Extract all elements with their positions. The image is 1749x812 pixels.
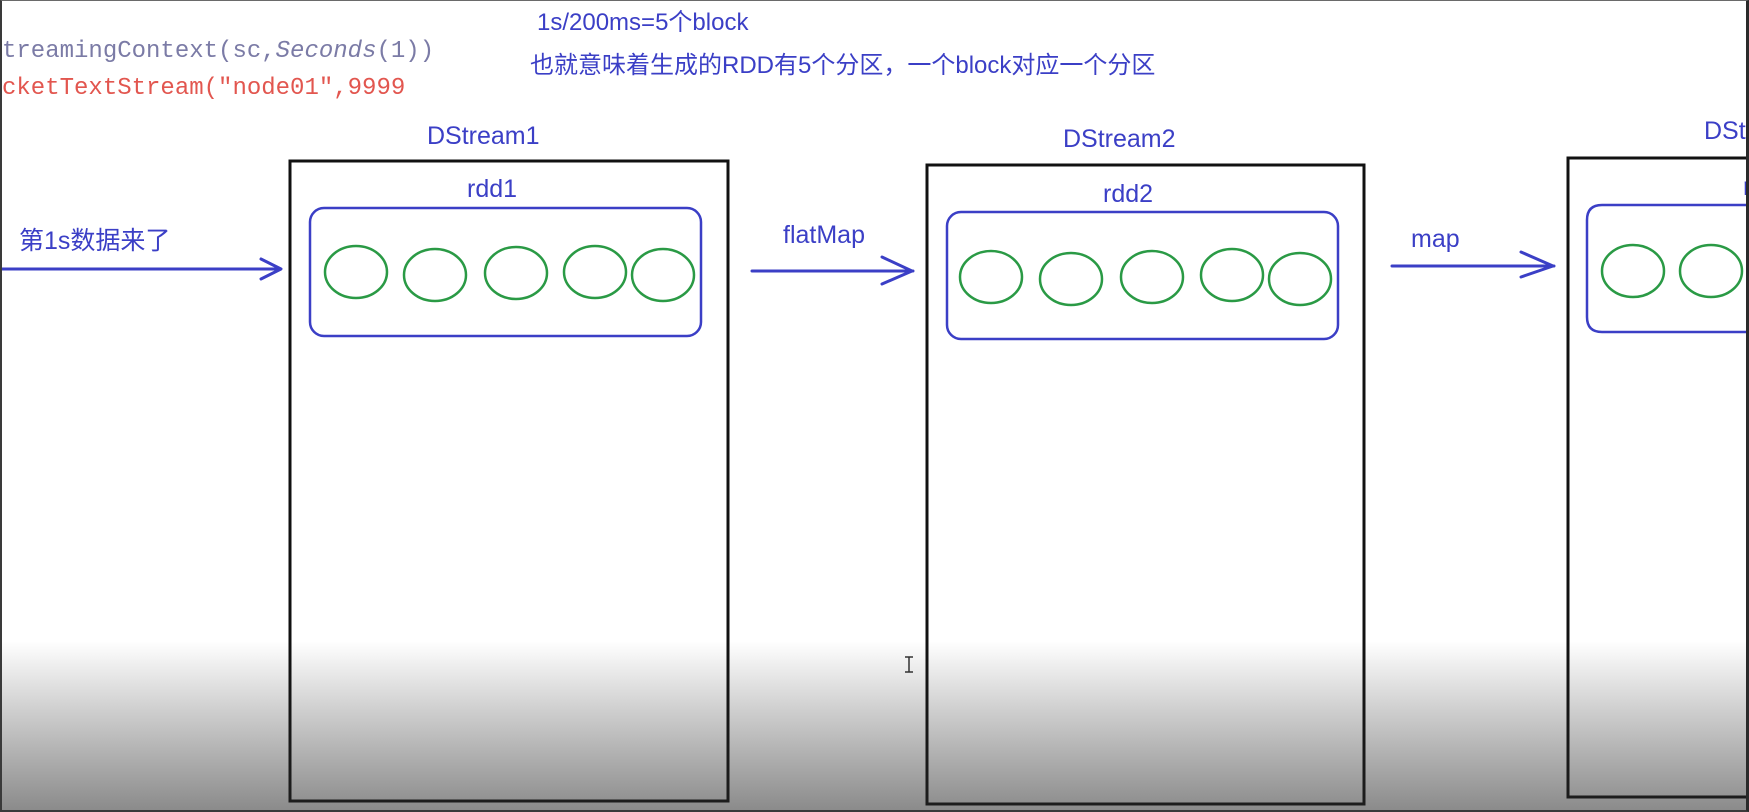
operation-label-flatmap: flatMap: [783, 221, 865, 249]
dstream-box: [288, 159, 730, 803]
operation-label-map: map: [1411, 225, 1460, 253]
code-line-streaming-context: treamingContext(sc,Seconds(1)): [2, 38, 434, 65]
code-fragment: (1)): [376, 38, 434, 65]
dstream-label: DStream1: [427, 122, 540, 150]
partition-circle: [562, 244, 628, 300]
flatmap-arrow: [750, 255, 915, 286]
dstream-box-partial: [1566, 156, 1746, 799]
rdd-box: [945, 210, 1340, 341]
partition-circle: [1600, 243, 1666, 299]
partition-circle: [483, 245, 549, 301]
text-cursor-icon: [905, 656, 913, 673]
note-partitions-explanation: 也就意味着生成的RDD有5个分区，一个block对应一个分区: [530, 52, 1155, 79]
partition-circle: [958, 249, 1024, 305]
partition-circle: [323, 244, 389, 300]
rdd-label: rdd1: [467, 175, 517, 203]
whiteboard-canvas: treamingContext(sc,Seconds(1)) cketTextS…: [0, 0, 1749, 812]
partition-circle: [1267, 251, 1333, 307]
code-line-socket-text-stream: cketTextStream("node01",9999: [2, 75, 405, 102]
dstream-box: [925, 163, 1366, 806]
note-batch-blocks: 1s/200ms=5个block: [537, 9, 749, 36]
rdd-box: [308, 206, 703, 338]
input-data-label: 第1s数据来了: [19, 227, 170, 255]
partition-circle: [402, 247, 468, 303]
code-fragment-italic: Seconds: [276, 38, 377, 65]
dstream-label: DStream2: [1063, 125, 1176, 153]
rdd-label: r: [1743, 173, 1749, 201]
code-fragment: treamingContext(sc,: [2, 38, 276, 65]
map-arrow: [1390, 250, 1556, 279]
input-arrow: [2, 257, 283, 281]
rdd-box-partial: [1585, 203, 1746, 334]
rdd-label: rdd2: [1103, 180, 1153, 208]
partition-circle: [1038, 251, 1104, 307]
dstream-label: DSt: [1704, 117, 1746, 145]
partition-circle: [1199, 247, 1265, 303]
dstream-diagram: treamingContext(sc,Seconds(1)) cketTextS…: [2, 9, 1749, 806]
partition-circle: [1119, 249, 1185, 305]
partition-circle: [630, 247, 696, 303]
partition-circle: [1678, 243, 1744, 299]
